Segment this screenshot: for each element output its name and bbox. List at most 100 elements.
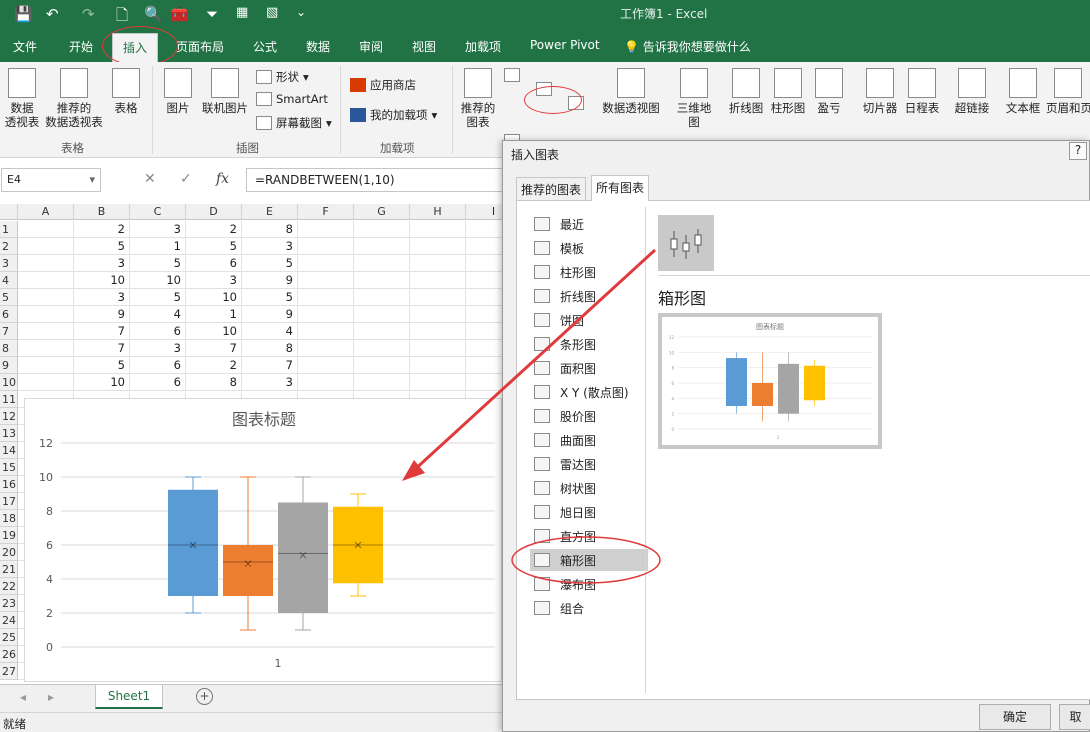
cell[interactable] — [410, 306, 466, 323]
column-header-h[interactable]: H — [410, 204, 466, 220]
cell[interactable] — [18, 221, 74, 238]
online-picture-button[interactable]: 联机图片 — [198, 68, 252, 115]
row-header-11[interactable]: 11 — [0, 391, 18, 408]
cell[interactable]: 3 — [186, 272, 242, 289]
cell[interactable] — [18, 272, 74, 289]
row-header-17[interactable]: 17 — [0, 493, 18, 510]
column-header-a[interactable]: A — [18, 204, 74, 220]
cell[interactable] — [298, 306, 354, 323]
cell[interactable] — [466, 340, 502, 357]
column-header-d[interactable]: D — [186, 204, 242, 220]
chart-type-item[interactable]: 雷达图 — [530, 453, 660, 475]
shapes-button[interactable]: 形状 ▾ — [256, 69, 309, 85]
tab-formulas[interactable]: 公式 — [253, 38, 277, 55]
tab-addins[interactable]: 加载项 — [465, 38, 501, 55]
enter-icon[interactable]: ✓ — [180, 171, 192, 187]
row-header-20[interactable]: 20 — [0, 544, 18, 561]
cell[interactable] — [354, 306, 410, 323]
row-header-24[interactable]: 24 — [0, 612, 18, 629]
chart-preview[interactable]: 图表标题 0 2 4 6 8 10 12 1 — [658, 313, 882, 449]
chart-type-item[interactable]: 旭日图 — [530, 501, 660, 523]
cell[interactable] — [298, 323, 354, 340]
cell[interactable] — [466, 357, 502, 374]
chart-type-item[interactable]: 箱形图 — [530, 549, 648, 571]
chart-type-item[interactable]: 树状图 — [530, 477, 660, 499]
chart-type-item[interactable]: 柱形图 — [530, 261, 660, 283]
cell[interactable]: 9 — [242, 306, 298, 323]
recommended-charts-button[interactable]: 推荐的 图表 — [458, 68, 498, 129]
cell[interactable] — [466, 323, 502, 340]
select-all-corner[interactable] — [0, 204, 18, 220]
cell[interactable] — [466, 272, 502, 289]
store-button[interactable]: 应用商店 — [350, 77, 416, 93]
cell[interactable]: 5 — [74, 357, 130, 374]
header-footer-button[interactable]: 页眉和页 — [1046, 68, 1090, 115]
cell[interactable] — [354, 340, 410, 357]
chart-type-item[interactable]: 折线图 — [530, 285, 660, 307]
cell[interactable]: 1 — [186, 306, 242, 323]
cancel-button[interactable]: 取 — [1059, 704, 1090, 730]
chart-type-item[interactable]: X Y (散点图) — [530, 381, 660, 403]
cell[interactable]: 6 — [130, 323, 186, 340]
sparkline-winloss-button[interactable]: 盈亏 — [812, 68, 846, 115]
table-button[interactable]: 表格 — [110, 68, 142, 115]
slicer-button[interactable]: 切片器 — [860, 68, 900, 115]
tab-view[interactable]: 视图 — [412, 38, 436, 55]
chart-type-item[interactable]: 股价图 — [530, 405, 660, 427]
chart-type-item[interactable]: 模板 — [530, 237, 660, 259]
cell[interactable] — [354, 255, 410, 272]
chart-type-item[interactable]: 组合 — [530, 597, 660, 619]
cell[interactable]: 5 — [130, 255, 186, 272]
row-header-7[interactable]: 7 — [0, 323, 18, 340]
cell[interactable]: 2 — [186, 357, 242, 374]
cell[interactable] — [410, 221, 466, 238]
scroll-left-icon[interactable]: ◂ — [20, 690, 26, 704]
cell[interactable] — [298, 357, 354, 374]
row-header-22[interactable]: 22 — [0, 578, 18, 595]
column-header-c[interactable]: C — [130, 204, 186, 220]
cell[interactable] — [298, 340, 354, 357]
cell[interactable] — [18, 238, 74, 255]
cell[interactable] — [354, 289, 410, 306]
cell[interactable]: 10 — [186, 323, 242, 340]
cell[interactable]: 5 — [186, 238, 242, 255]
cell[interactable]: 4 — [130, 306, 186, 323]
cell[interactable] — [18, 289, 74, 306]
column-header-f[interactable]: F — [298, 204, 354, 220]
row-header-13[interactable]: 13 — [0, 425, 18, 442]
cell[interactable] — [298, 272, 354, 289]
textbox-button[interactable]: 文本框 — [1002, 68, 1044, 115]
row-header-2[interactable]: 2 — [0, 238, 18, 255]
cell[interactable]: 5 — [242, 255, 298, 272]
cell[interactable]: 9 — [242, 272, 298, 289]
chart-type-item[interactable]: 条形图 — [530, 333, 660, 355]
cell[interactable]: 8 — [242, 221, 298, 238]
help-icon[interactable]: ? — [1069, 142, 1087, 160]
cell[interactable]: 5 — [74, 238, 130, 255]
column-header-b[interactable]: B — [74, 204, 130, 220]
sheet-tab-sheet1[interactable]: Sheet1 — [95, 685, 163, 709]
cell[interactable]: 2 — [186, 221, 242, 238]
cell[interactable] — [410, 340, 466, 357]
insert-function-icon[interactable]: fx — [216, 171, 229, 187]
cell[interactable] — [18, 374, 74, 391]
my-addins-button[interactable]: 我的加载项 ▾ — [350, 107, 437, 123]
chart-type-item[interactable]: 瀑布图 — [530, 573, 660, 595]
row-header-5[interactable]: 5 — [0, 289, 18, 306]
tab-page-layout[interactable]: 页面布局 — [176, 38, 224, 55]
cell[interactable] — [410, 255, 466, 272]
cell[interactable]: 3 — [74, 255, 130, 272]
row-header-26[interactable]: 26 — [0, 646, 18, 663]
cell[interactable] — [410, 289, 466, 306]
cell[interactable] — [410, 272, 466, 289]
row-header-18[interactable]: 18 — [0, 510, 18, 527]
chart-type-item[interactable]: 最近 — [530, 213, 660, 235]
smartart-button[interactable]: SmartArt — [256, 92, 328, 106]
cell[interactable]: 10 — [186, 289, 242, 306]
cell[interactable]: 10 — [74, 272, 130, 289]
ab-icon[interactable]: ▦ — [236, 5, 248, 20]
box-plot-chart[interactable]: 图表标题 0 2 4 6 8 10 12 1 — [24, 398, 502, 682]
recommended-pivot-button[interactable]: 推荐的 数据透视表 — [44, 68, 104, 129]
tab-all-charts[interactable]: 所有图表 — [591, 175, 650, 201]
cell[interactable] — [298, 289, 354, 306]
